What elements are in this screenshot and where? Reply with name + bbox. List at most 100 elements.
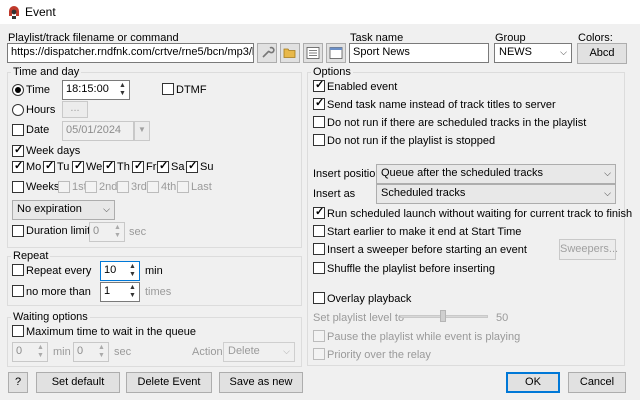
delete-event-button[interactable]: Delete Event — [126, 372, 212, 393]
set-default-button[interactable]: Set default — [36, 372, 120, 393]
date-label: Date — [26, 124, 50, 136]
spin-arrows-icon[interactable]: ▲ ▼ — [112, 224, 123, 240]
spin-arrows-icon[interactable]: ▲ ▼ — [127, 284, 138, 300]
day-checkbox-su[interactable] — [186, 159, 198, 173]
no-more-than-checkbox[interactable] — [12, 285, 24, 297]
day-label-fr: Fr — [146, 161, 157, 173]
hours-radio[interactable] — [12, 104, 24, 116]
folder-icon — [283, 48, 296, 58]
insert-as-select[interactable]: Scheduled tracks ⌵ — [376, 184, 616, 204]
week-label-4th: 4th — [161, 181, 177, 193]
playlist-input[interactable]: https://dispatcher.rndfnk.com/crtve/rne5… — [7, 43, 254, 63]
action-select[interactable]: Delete ⌵ — [223, 342, 295, 362]
day-checkbox-th[interactable] — [103, 159, 115, 173]
week-checkbox-last[interactable] — [177, 181, 189, 193]
week-checkbox-1st[interactable] — [58, 181, 70, 193]
duration-limit-input[interactable]: 0 ▲ ▼ — [89, 222, 125, 242]
weeks-label: Weeks — [26, 181, 60, 193]
hours-button[interactable]: ... — [62, 101, 88, 118]
spin-arrows-icon[interactable]: ▲ ▼ — [35, 344, 46, 360]
insert-sweeper-checkbox[interactable] — [313, 243, 325, 255]
insert-position-value: Queue after the scheduled tracks — [381, 167, 544, 179]
week-days-label: Week days — [26, 145, 81, 157]
no-run-stopped-checkbox[interactable] — [313, 134, 325, 146]
hours-label: Hours — [26, 104, 56, 116]
start-earlier-label: Start earlier to make it end at Start Ti… — [327, 226, 522, 238]
time-input[interactable]: 18:15:00 ▲ ▼ — [62, 80, 130, 100]
priority-relay-checkbox[interactable] — [313, 348, 325, 360]
day-checkbox-fr[interactable] — [132, 159, 144, 173]
wait-sec-input[interactable]: 0 ▲ ▼ — [73, 342, 109, 362]
expiration-select[interactable]: No expiration ⌵ — [12, 200, 115, 220]
spin-arrows-icon[interactable]: ▲ ▼ — [117, 82, 128, 98]
repeat-every-checkbox[interactable] — [12, 264, 24, 276]
dtmf-label: DTMF — [176, 84, 207, 96]
help-button[interactable]: ? — [8, 372, 28, 393]
spin-arrows-icon[interactable]: ▲ ▼ — [96, 344, 107, 360]
weeks-checkbox[interactable] — [12, 181, 24, 193]
dtmf-checkbox[interactable] — [162, 83, 174, 95]
week-checkbox-4th[interactable] — [147, 181, 159, 193]
overlay-playback-checkbox[interactable] — [313, 292, 325, 304]
open-folder-button[interactable] — [280, 43, 300, 63]
send-task-name-checkbox[interactable] — [313, 96, 325, 110]
pause-playlist-label: Pause the playlist while event is playin… — [327, 331, 521, 343]
date-input[interactable]: 05/01/2024 — [62, 121, 134, 141]
day-label-mo: Mo — [26, 161, 42, 173]
day-checkbox-sa[interactable] — [157, 159, 169, 173]
wait-min-unit: min — [53, 346, 71, 358]
shuffle-checkbox[interactable] — [313, 262, 325, 274]
repeat-every-input[interactable]: 10 ▲ ▼ — [100, 261, 140, 281]
colors-button[interactable]: Abcd — [577, 43, 627, 64]
group-value: NEWS — [499, 46, 532, 58]
day-checkbox-we[interactable] — [72, 159, 84, 173]
insert-position-label: Insert position — [313, 168, 382, 180]
chevron-down-icon: ⌵ — [103, 204, 110, 214]
week-checkbox-2nd[interactable] — [85, 181, 97, 193]
duration-limit-label: Duration limit — [26, 225, 91, 237]
max-wait-checkbox[interactable] — [12, 325, 24, 337]
task-name-input[interactable]: Sport News — [349, 43, 489, 63]
time-radio[interactable] — [12, 84, 24, 96]
wait-min-input[interactable]: 0 ▲ ▼ — [12, 342, 48, 362]
no-more-than-input[interactable]: 1 ▲ ▼ — [100, 282, 140, 302]
list-icon — [306, 47, 320, 59]
options-title: Options — [311, 66, 353, 78]
day-label-sa: Sa — [171, 161, 185, 173]
week-checkbox-3rd[interactable] — [117, 181, 129, 193]
cancel-button[interactable]: Cancel — [568, 372, 626, 393]
no-run-scheduled-label: Do not run if there are scheduled tracks… — [327, 117, 587, 129]
day-checkbox-mo[interactable] — [12, 159, 24, 173]
week-days-checkbox[interactable] — [12, 143, 24, 157]
enabled-event-checkbox[interactable] — [313, 78, 325, 92]
playlist-editor-button[interactable] — [303, 43, 323, 63]
sweepers-button[interactable]: Sweepers... — [559, 239, 618, 260]
date-checkbox[interactable] — [12, 124, 24, 136]
pause-playlist-checkbox[interactable] — [313, 330, 325, 342]
no-more-than-value: 1 — [104, 285, 111, 297]
run-without-waiting-checkbox[interactable] — [313, 205, 325, 219]
duration-limit-checkbox[interactable] — [12, 225, 24, 237]
no-run-scheduled-checkbox[interactable] — [313, 116, 325, 128]
insert-position-select[interactable]: Queue after the scheduled tracks ⌵ — [376, 164, 616, 184]
start-earlier-checkbox[interactable] — [313, 225, 325, 237]
insert-as-label: Insert as — [313, 188, 356, 200]
app-icon — [9, 6, 19, 19]
ok-button[interactable]: OK — [506, 372, 560, 393]
day-label-th: Th — [117, 161, 130, 173]
enabled-event-label: Enabled event — [327, 81, 398, 93]
save-as-new-button[interactable]: Save as new — [219, 372, 303, 393]
edit-button[interactable] — [257, 43, 277, 63]
max-wait-label: Maximum time to wait in the queue — [26, 326, 196, 338]
level-slider-thumb[interactable] — [440, 310, 446, 322]
expiration-value: No expiration — [17, 203, 82, 215]
day-checkbox-tu[interactable] — [43, 159, 55, 173]
waiting-options-title: Waiting options — [11, 311, 90, 323]
group-select[interactable]: NEWS ⌵ — [494, 43, 572, 63]
spin-arrows-icon[interactable]: ▲ ▼ — [127, 263, 138, 279]
wrench-icon — [262, 46, 275, 58]
no-more-than-unit: times — [145, 286, 172, 298]
week-label-3rd: 3rd — [131, 181, 147, 193]
date-dropdown-button[interactable]: ▼ — [134, 121, 150, 141]
window-button[interactable] — [326, 43, 346, 63]
